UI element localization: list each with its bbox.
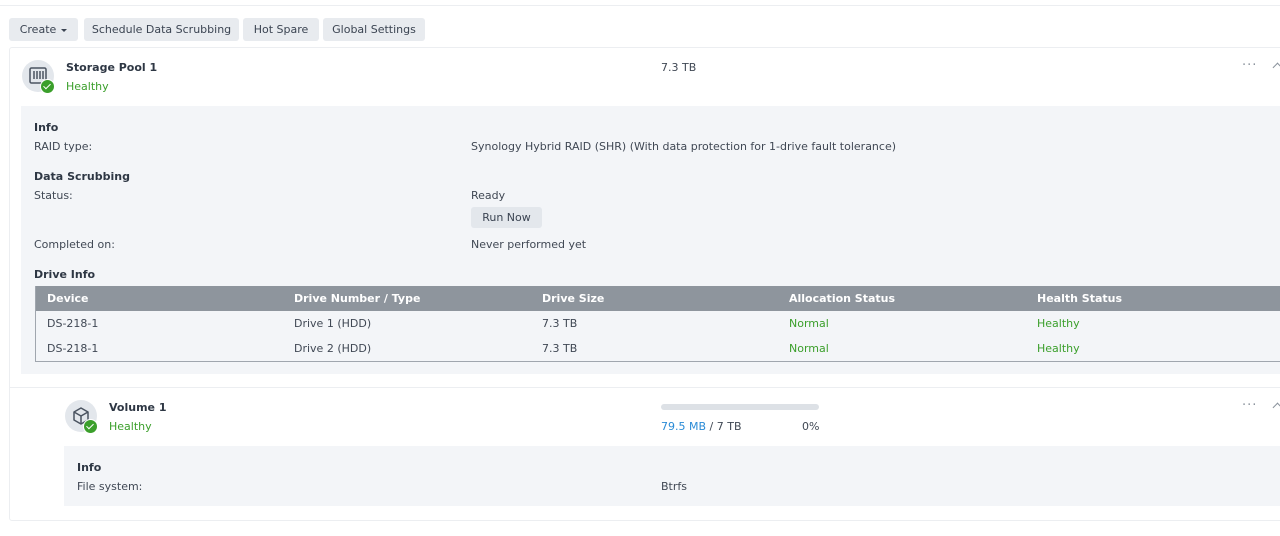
create-button[interactable]: Create — [9, 18, 78, 41]
scrub-status-label: Status: — [34, 189, 73, 202]
check-badge-icon — [40, 79, 55, 94]
allocation-status-cell: Normal — [789, 317, 829, 330]
file-system-value: Btrfs — [661, 480, 687, 493]
storage-pool-card: Storage Pool 1 Healthy 7.3 TB ··· Info R… — [9, 47, 1280, 521]
top-border — [0, 0, 1280, 6]
volume-info-heading: Info — [77, 461, 102, 474]
volume-usage-text: 79.5 MB / 7 TB — [661, 420, 742, 433]
device-cell: DS-218-1 — [47, 317, 99, 330]
volume-usage-bar — [661, 404, 819, 410]
column-header[interactable]: Drive Number / Type — [294, 292, 420, 305]
health-status-cell: Healthy — [1037, 317, 1080, 330]
check-badge-icon — [83, 419, 98, 434]
pool-info-heading: Info — [34, 121, 59, 134]
create-button-label: Create — [19, 23, 57, 36]
table-header: Device Drive Number / Type Drive Size Al… — [36, 286, 1280, 311]
collapse-chevron-icon[interactable] — [1272, 402, 1280, 413]
drive-info-table: Device Drive Number / Type Drive Size Al… — [35, 286, 1280, 362]
volume-used: 79.5 MB — [661, 420, 707, 433]
pool-status: Healthy — [66, 80, 109, 93]
allocation-status-cell: Normal — [789, 342, 829, 355]
global-settings-button[interactable]: Global Settings — [323, 18, 425, 41]
volume-total: 7 TB — [716, 420, 742, 433]
data-scrubbing-heading: Data Scrubbing — [34, 170, 130, 183]
raid-type-label: RAID type: — [34, 140, 93, 153]
column-header[interactable]: Device — [47, 292, 89, 305]
pool-capacity: 7.3 TB — [661, 61, 697, 74]
more-options-icon[interactable]: ··· — [1242, 58, 1257, 73]
drive-info-heading: Drive Info — [34, 268, 96, 281]
caret-down-icon — [61, 28, 68, 32]
volume-status: Healthy — [109, 420, 152, 433]
volume-detail-panel — [64, 446, 1280, 506]
completed-on-value: Never performed yet — [471, 238, 587, 251]
more-options-icon[interactable]: ··· — [1242, 398, 1257, 413]
scrub-status-value: Ready — [471, 189, 506, 202]
health-status-cell: Healthy — [1037, 342, 1080, 355]
drive-size-cell: 7.3 TB — [542, 317, 578, 330]
device-cell: DS-218-1 — [47, 342, 99, 355]
hot-spare-button[interactable]: Hot Spare — [243, 18, 319, 41]
column-header[interactable]: Allocation Status — [789, 292, 895, 305]
run-now-button[interactable]: Run Now — [471, 207, 542, 228]
volume-name: Volume 1 — [109, 401, 167, 414]
schedule-data-scrubbing-button[interactable]: Schedule Data Scrubbing — [84, 18, 239, 41]
file-system-label: File system: — [77, 480, 143, 493]
volume-percent: 0% — [802, 420, 820, 433]
volume-divider — [10, 387, 1280, 388]
completed-on-label: Completed on: — [34, 238, 115, 251]
pool-name: Storage Pool 1 — [66, 61, 158, 74]
volume-separator: / — [709, 420, 714, 433]
raid-type-value: Synology Hybrid RAID (SHR) (With data pr… — [471, 140, 897, 153]
drive-number-cell: Drive 2 (HDD) — [294, 342, 372, 355]
drive-number-cell: Drive 1 (HDD) — [294, 317, 372, 330]
drive-size-cell: 7.3 TB — [542, 342, 578, 355]
collapse-chevron-icon[interactable] — [1272, 62, 1280, 73]
column-header[interactable]: Health Status — [1037, 292, 1122, 305]
column-header[interactable]: Drive Size — [542, 292, 604, 305]
